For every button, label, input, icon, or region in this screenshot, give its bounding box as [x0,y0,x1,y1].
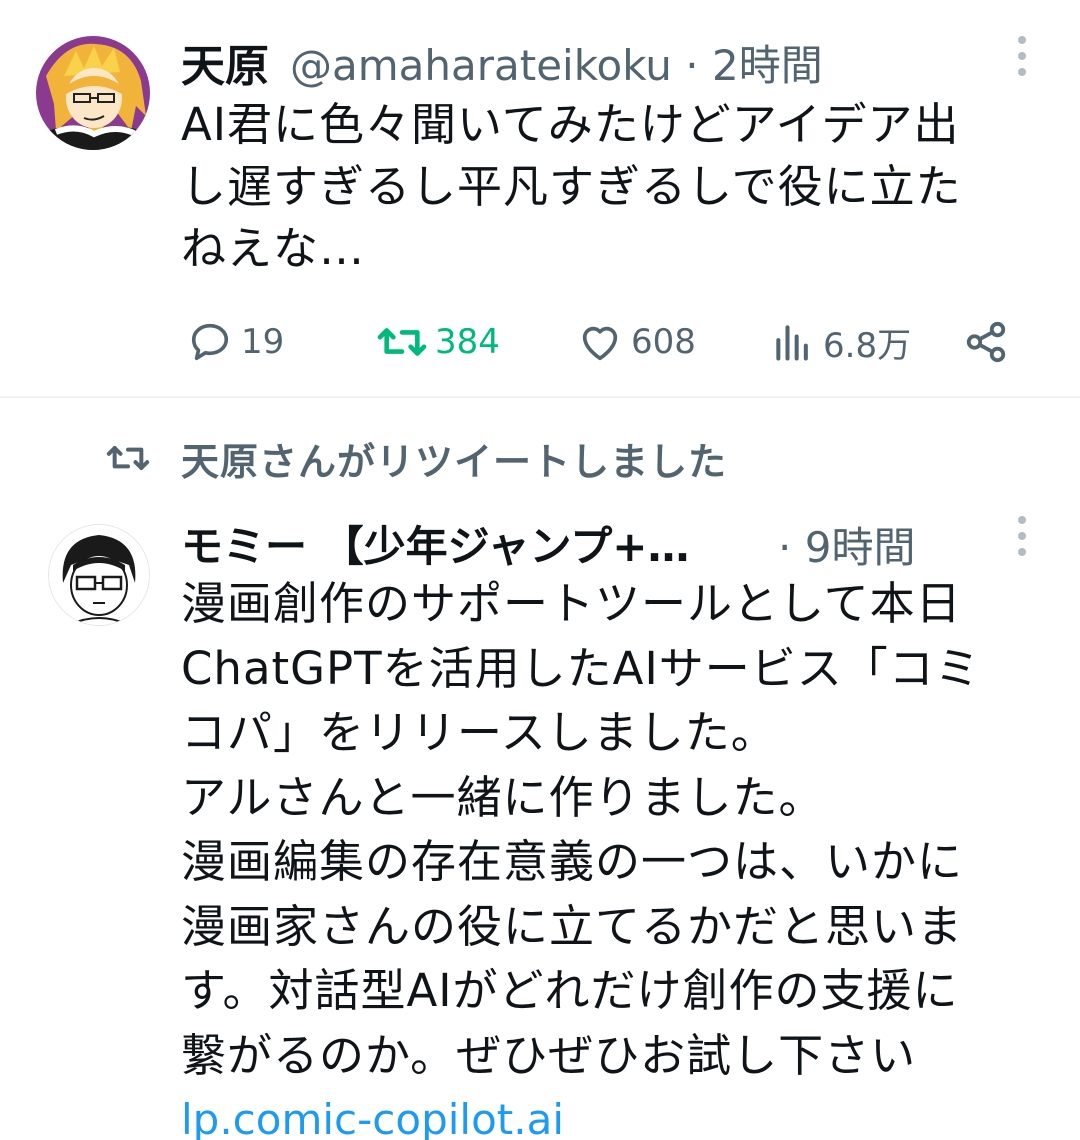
retweet-context-label: 天原さんがリツイートしました [181,439,728,484]
avatar-amahara-image [36,36,150,150]
retweet-button[interactable]: 384 [377,314,500,370]
tweet1-more-icon[interactable] [1010,36,1034,76]
share-button[interactable] [963,314,1009,370]
views-button[interactable]: 6.8万 [771,314,911,370]
tweet1-text: AI君に色々聞いてみたけどアイデア出 し遅すぎるし平凡すぎるしで役に立た ねえな… [181,98,962,275]
tweet2-link[interactable]: lp.comic-copilot.ai [181,1095,564,1140]
tweet1-actions: 19 384 608 6.8万 [181,314,1031,370]
avatar-momii-image [49,525,149,625]
tweet1-meta: @amaharateikoku · 2時間 [290,32,823,93]
heart-icon [582,326,618,361]
retweet-context[interactable]: 天原さんがリツイートしました [105,430,727,486]
views-count: 6.8万 [823,325,912,366]
avatar-amahara[interactable] [36,36,150,150]
tweet2-display-name[interactable]: モミー 【少年ジャンプ+… [181,513,689,574]
tweet2-meta: · 9時間 [778,514,915,575]
reply-count: 19 [241,322,285,362]
avatar-momii[interactable] [48,524,150,626]
tweet1-display-name[interactable]: 天原 [181,30,269,94]
tweet1-separator: · [685,41,699,90]
share-icon [966,321,1006,363]
timeline: 天原 @amaharateikoku · 2時間 AI君に色々聞いてみたけどアイ… [0,0,1080,1140]
like-button[interactable]: 608 [577,314,696,370]
retweet-context-icon [106,446,150,470]
tweet2-more-icon[interactable] [1010,516,1034,556]
like-count: 608 [631,322,696,362]
retweet-icon [377,328,427,356]
tweet1-time[interactable]: 2時間 [712,41,823,90]
tweet2-text: 漫画創作のサポートツールとして本日 ChatGPTを活用したAIサービス「コミ … [181,577,981,1082]
tweet1-handle[interactable]: @amaharateikoku [290,41,672,90]
reply-button[interactable]: 19 [187,314,284,370]
tweet2-time[interactable]: 9時間 [805,523,916,572]
tweet2-separator: · [778,523,792,572]
tweet-divider [0,396,1080,398]
reply-icon [191,323,229,361]
bar-chart-icon [776,325,808,361]
retweet-count: 384 [435,322,500,362]
